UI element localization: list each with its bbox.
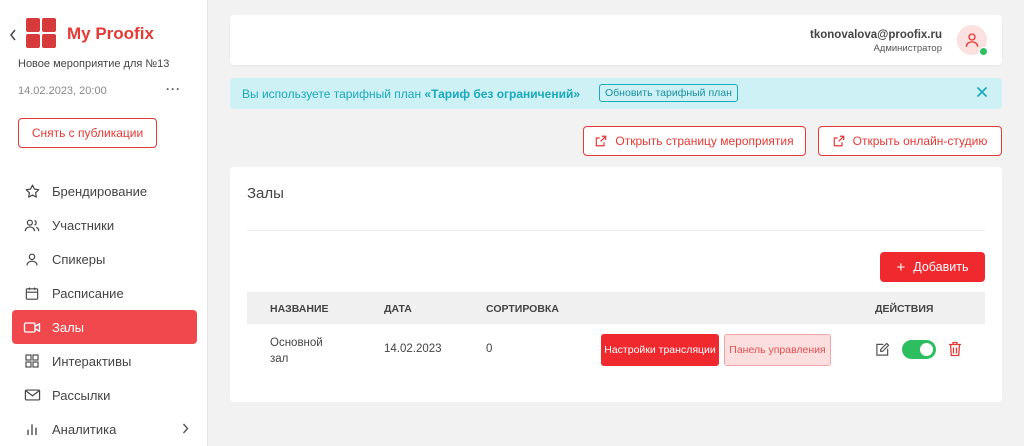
- event-name: Новое мероприятие для №13: [18, 58, 170, 70]
- sidebar-nav: Брендирование Участники Спикеры Расписан…: [12, 174, 197, 446]
- star-icon: [23, 182, 41, 200]
- close-icon[interactable]: [976, 86, 988, 98]
- chevron-left-icon[interactable]: [9, 29, 17, 41]
- user-role: Администратор: [873, 43, 942, 54]
- hall-enabled-toggle[interactable]: [902, 340, 936, 359]
- plan-banner: Вы используете тарифный план «Тариф без …: [230, 78, 1002, 109]
- calendar-icon: [23, 284, 41, 302]
- sidebar-item-label: Залы: [52, 319, 85, 335]
- bar-chart-icon: [23, 420, 41, 438]
- sidebar-item-halls[interactable]: Залы: [12, 310, 197, 344]
- add-hall-button[interactable]: + Добавить: [880, 252, 985, 282]
- sidebar-item-label: Брендирование: [52, 183, 148, 199]
- top-header: tkonovalova@proofix.ru Администратор: [230, 15, 1002, 65]
- online-status-dot: [979, 47, 988, 56]
- table-header: НАЗВАНИЕ ДАТА СОРТИРОВКА ДЕЙСТВИЯ: [247, 292, 985, 324]
- open-studio-label: Открыть онлайн-студию: [852, 134, 988, 148]
- sidebar-item-branding[interactable]: Брендирование: [12, 174, 197, 208]
- sidebar-item-label: Спикеры: [52, 251, 106, 267]
- more-options-icon[interactable]: ···: [166, 82, 181, 96]
- hall-sort: 0: [486, 343, 493, 355]
- sidebar-item-label: Интерактивы: [52, 353, 132, 369]
- unpublish-button[interactable]: Снять с публикации: [18, 118, 157, 148]
- edit-icon[interactable]: [875, 342, 890, 357]
- chevron-right-icon: [182, 423, 189, 434]
- sidebar: My Proofix Новое мероприятие для №13 14.…: [0, 0, 208, 446]
- event-date: 14.02.2023, 20:00: [18, 85, 107, 97]
- table-row: Основной зал 14.02.2023 0 Настройки тран…: [247, 324, 985, 379]
- avatar[interactable]: [957, 25, 988, 56]
- add-hall-label: Добавить: [913, 260, 969, 274]
- users-icon: [23, 216, 41, 234]
- sidebar-item-label: Рассылки: [52, 387, 111, 403]
- user-icon: [965, 33, 979, 47]
- user-email: tkonovalova@proofix.ru: [810, 29, 942, 41]
- open-event-page-label: Открыть страницу мероприятия: [615, 134, 794, 148]
- column-header-sort: СОРТИРОВКА: [486, 303, 559, 315]
- sidebar-item-participants[interactable]: Участники: [12, 208, 197, 242]
- plus-icon: +: [896, 258, 906, 276]
- trash-icon[interactable]: [948, 341, 962, 357]
- mail-icon: [23, 386, 41, 404]
- upgrade-plan-button[interactable]: Обновить тарифный план: [599, 84, 738, 102]
- hall-date: 14.02.2023: [384, 343, 442, 355]
- sidebar-item-label: Расписание: [52, 285, 124, 301]
- column-header-name: НАЗВАНИЕ: [270, 303, 329, 315]
- sidebar-item-mailings[interactable]: Рассылки: [12, 378, 197, 412]
- plan-banner-message: Вы используете тарифный план: [242, 87, 425, 101]
- sidebar-item-analytics[interactable]: Аналитика: [12, 412, 197, 446]
- user-icon: [23, 250, 41, 268]
- app-title: My Proofix: [67, 24, 154, 43]
- hall-name: Основной зал: [270, 337, 323, 365]
- plan-name: «Тариф без ограничений»: [424, 87, 580, 101]
- column-header-actions: ДЕЙСТВИЯ: [875, 303, 934, 315]
- sidebar-item-speakers[interactable]: Спикеры: [12, 242, 197, 276]
- app-logo: [26, 18, 56, 48]
- stream-settings-button[interactable]: Настройки трансляции: [601, 334, 719, 366]
- external-link-icon: [596, 135, 607, 147]
- control-panel-button[interactable]: Панель управления: [724, 334, 831, 366]
- plan-banner-text: Вы используете тарифный план «Тариф без …: [242, 87, 580, 101]
- open-event-page-button[interactable]: Открыть страницу мероприятия: [583, 126, 806, 156]
- sidebar-item-label: Аналитика: [52, 421, 117, 437]
- sidebar-item-interactives[interactable]: Интерактивы: [12, 344, 197, 378]
- sidebar-item-schedule[interactable]: Расписание: [12, 276, 197, 310]
- external-link-icon: [833, 135, 844, 147]
- sidebar-item-label: Участники: [52, 217, 115, 233]
- grid-icon: [23, 352, 41, 370]
- halls-card: Залы + Добавить НАЗВАНИЕ ДАТА СОРТИРОВКА…: [230, 167, 1002, 402]
- open-studio-button[interactable]: Открыть онлайн-студию: [818, 126, 1002, 156]
- page-title: Залы: [247, 185, 284, 202]
- column-header-date: ДАТА: [384, 303, 412, 315]
- video-icon: [23, 318, 41, 336]
- divider: [247, 230, 985, 231]
